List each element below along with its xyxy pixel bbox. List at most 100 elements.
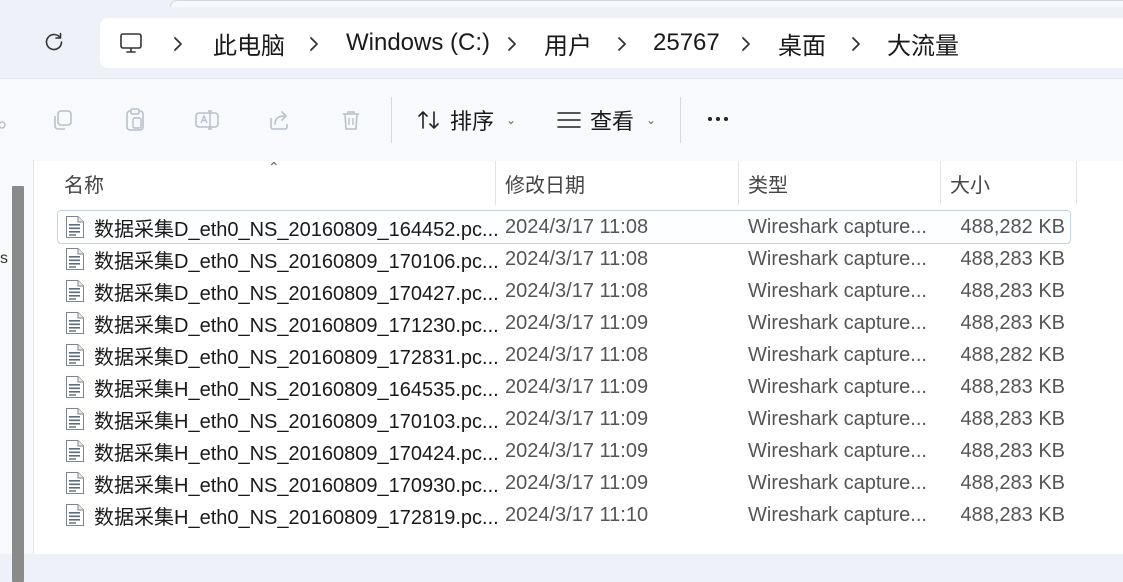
file-size: 488,283 KB	[960, 471, 1065, 494]
capture-file-icon	[66, 472, 84, 494]
file-size: 488,282 KB	[960, 343, 1065, 366]
rename-icon[interactable]	[194, 107, 220, 133]
file-type: Wireshark capture...	[748, 279, 927, 302]
capture-file-icon	[66, 312, 84, 334]
capture-file-icon	[66, 280, 84, 302]
file-date-modified: 2024/3/17 11:09	[505, 471, 649, 494]
share-icon[interactable]	[266, 107, 292, 133]
more-options-button[interactable]	[703, 106, 733, 132]
cut-icon[interactable]	[0, 107, 18, 133]
tab-strip-edge	[170, 0, 1123, 7]
column-header-row: ⌃ 名称 修改日期 类型 大小	[34, 159, 1123, 205]
file-name: 数据采集D_eth0_NS_20160809_170106.pc...	[94, 250, 499, 273]
file-type: Wireshark capture...	[748, 311, 927, 334]
delete-icon[interactable]	[338, 107, 364, 133]
file-type: Wireshark capture...	[748, 343, 927, 366]
file-row[interactable]: 数据采集H_eth0_NS_20160809_170103.pc... 2024…	[58, 403, 1070, 435]
file-list-view: ⌃ 名称 修改日期 类型 大小 数据采集D_eth0_NS_20160809_1…	[34, 159, 1123, 554]
file-size: 488,283 KB	[960, 407, 1065, 430]
computer-icon[interactable]	[118, 30, 144, 56]
address-bar-area: 此电脑 Windows (C:) 用户 25767 桌面 大流量	[0, 0, 1123, 78]
file-type: Wireshark capture...	[748, 375, 927, 398]
breadcrumb-item[interactable]: 用户	[544, 18, 592, 68]
view-label: 查看	[590, 109, 635, 134]
capture-file-icon	[66, 504, 84, 526]
toolbar-divider	[680, 97, 681, 143]
file-date-modified: 2024/3/17 11:08	[505, 247, 649, 270]
file-row[interactable]: 数据采集H_eth0_NS_20160809_170930.pc... 2024…	[58, 467, 1070, 499]
more-dot	[716, 117, 720, 121]
column-header-size[interactable]: 大小	[940, 161, 1076, 205]
file-date-modified: 2024/3/17 11:09	[505, 311, 649, 334]
file-date-modified: 2024/3/17 11:08	[505, 343, 649, 366]
file-name: 数据采集D_eth0_NS_20160809_171230.pc...	[94, 314, 499, 337]
chevron-right-icon[interactable]	[502, 32, 522, 56]
nav-partial-label: s	[0, 250, 8, 267]
file-type: Wireshark capture...	[748, 247, 927, 270]
file-date-modified: 2024/3/17 11:10	[505, 503, 649, 526]
more-dot	[708, 117, 712, 121]
file-row[interactable]: 数据采集D_eth0_NS_20160809_170106.pc... 2024…	[58, 243, 1070, 275]
capture-file-icon	[66, 344, 84, 366]
file-type: Wireshark capture...	[748, 439, 927, 462]
file-row[interactable]: 数据采集H_eth0_NS_20160809_164535.pc... 2024…	[58, 371, 1070, 403]
sort-button[interactable]: 排序 ⌄	[416, 103, 516, 137]
file-row[interactable]: 数据采集H_eth0_NS_20160809_172819.pc... 2024…	[58, 499, 1070, 531]
file-name: 数据采集D_eth0_NS_20160809_164452.pc...	[94, 218, 499, 241]
chevron-down-icon: ⌄	[506, 113, 517, 127]
file-name: 数据采集D_eth0_NS_20160809_170427.pc...	[94, 282, 499, 305]
nav-scrollbar[interactable]	[12, 186, 24, 582]
capture-file-icon	[66, 376, 84, 398]
refresh-button[interactable]	[40, 28, 68, 56]
chevron-right-icon[interactable]	[612, 32, 632, 56]
sort-icon	[418, 111, 439, 129]
file-date-modified: 2024/3/17 11:08	[505, 215, 649, 238]
navigation-pane: s	[0, 160, 34, 582]
sort-label: 排序	[450, 109, 495, 134]
file-name: 数据采集H_eth0_NS_20160809_170930.pc...	[94, 474, 499, 497]
chevron-right-icon[interactable]	[846, 32, 866, 56]
file-size: 488,283 KB	[960, 247, 1065, 270]
command-bar: 排序 ⌄ 查看 ⌄	[0, 78, 1123, 162]
column-header-type[interactable]: 类型	[738, 161, 940, 205]
file-row[interactable]: 数据采集D_eth0_NS_20160809_164452.pc... 2024…	[57, 210, 1071, 244]
file-size: 488,283 KB	[960, 439, 1065, 462]
file-date-modified: 2024/3/17 11:08	[505, 279, 649, 302]
file-name: 数据采集H_eth0_NS_20160809_170424.pc...	[94, 442, 499, 465]
chevron-right-icon[interactable]	[304, 32, 324, 56]
file-date-modified: 2024/3/17 11:09	[505, 439, 649, 462]
column-header-name[interactable]: 名称	[54, 161, 494, 205]
view-button[interactable]: 查看 ⌄	[556, 103, 656, 137]
paste-icon[interactable]	[122, 107, 148, 133]
file-size: 488,283 KB	[960, 503, 1065, 526]
breadcrumb-current[interactable]: 大流量	[887, 18, 959, 68]
chevron-down-icon: ⌄	[646, 113, 657, 127]
breadcrumb-item[interactable]: 此电脑	[213, 18, 285, 68]
chevron-right-icon[interactable]	[168, 32, 188, 56]
file-size: 488,282 KB	[960, 215, 1065, 238]
file-name: 数据采集H_eth0_NS_20160809_164535.pc...	[94, 378, 499, 401]
toolbar-divider	[391, 97, 392, 143]
breadcrumb-item[interactable]: 25767	[653, 18, 720, 68]
file-type: Wireshark capture...	[748, 215, 927, 238]
file-size: 488,283 KB	[960, 311, 1065, 334]
breadcrumb[interactable]: 此电脑 Windows (C:) 用户 25767 桌面 大流量	[100, 18, 1123, 68]
chevron-right-icon[interactable]	[736, 32, 756, 56]
capture-file-icon	[66, 408, 84, 430]
file-type: Wireshark capture...	[748, 407, 927, 430]
copy-icon[interactable]	[50, 107, 76, 133]
refresh-icon	[45, 32, 63, 51]
file-row[interactable]: 数据采集D_eth0_NS_20160809_171230.pc... 2024…	[58, 307, 1070, 339]
breadcrumb-item[interactable]: Windows (C:)	[346, 18, 490, 68]
file-row[interactable]: 数据采集H_eth0_NS_20160809_170424.pc... 2024…	[58, 435, 1070, 467]
capture-file-icon	[66, 248, 84, 270]
file-name: 数据采集H_eth0_NS_20160809_172819.pc...	[94, 506, 499, 529]
breadcrumb-item[interactable]: 桌面	[778, 18, 826, 68]
file-row[interactable]: 数据采集D_eth0_NS_20160809_170427.pc... 2024…	[58, 275, 1070, 307]
column-divider[interactable]	[1076, 161, 1077, 205]
file-date-modified: 2024/3/17 11:09	[505, 375, 649, 398]
capture-file-icon	[66, 216, 84, 238]
file-name: 数据采集D_eth0_NS_20160809_172831.pc...	[94, 346, 499, 369]
column-header-date[interactable]: 修改日期	[495, 161, 738, 205]
file-row[interactable]: 数据采集D_eth0_NS_20160809_172831.pc... 2024…	[58, 339, 1070, 371]
